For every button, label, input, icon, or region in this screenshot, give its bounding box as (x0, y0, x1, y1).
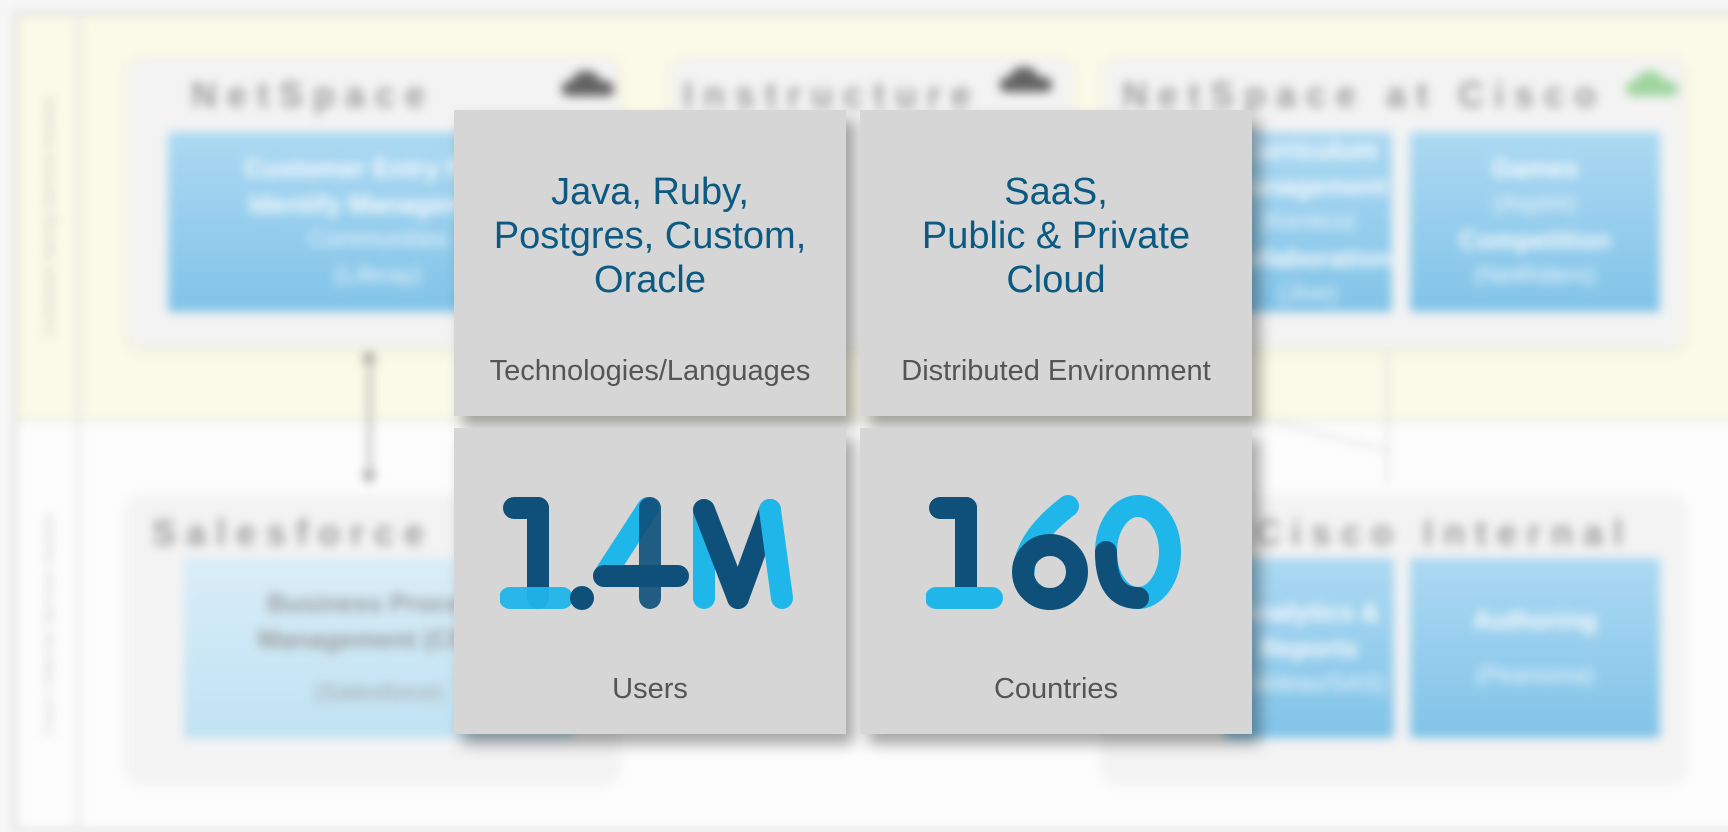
technologies-caption: Technologies/Languages (489, 355, 811, 387)
games-box: Games (Aspire) Competition (NetRiders) (1410, 132, 1660, 312)
countries-number-graphic (926, 495, 1181, 610)
countries-caption: Countries (993, 673, 1119, 705)
tile-environment: SaaS, Public & Private Cloud Distributed… (860, 110, 1252, 416)
cloud-icon (998, 64, 1054, 94)
panel-title: NetSpace (190, 74, 436, 115)
lane-label-text: Customer facing Service Assets (40, 95, 58, 337)
environment-list: SaaS, Public & Private Cloud (921, 171, 1191, 301)
box-sub: (NetRiders) (1473, 262, 1597, 289)
box-line: Games (1491, 153, 1579, 183)
authoring-box: Authoring (Pearsona) (1410, 558, 1660, 738)
arrow-down-icon (361, 472, 377, 484)
box-sub: (Aspire) (1492, 190, 1577, 217)
arrow-up-icon (361, 350, 377, 362)
tile-users: Users (454, 428, 846, 734)
lane-label-text: Cisco Internal Service Assets (40, 512, 57, 736)
panel-title: Salesforce (151, 512, 435, 553)
cloud-icon (560, 68, 616, 98)
box-line: Competition (1459, 225, 1611, 255)
technologies-list: Java, Ruby, Postgres, Custom, Oracle (493, 171, 807, 301)
users-number-graphic (500, 497, 793, 610)
box-line: Authoring (1472, 605, 1598, 635)
users-caption: Users (612, 673, 688, 705)
connector-line (1386, 352, 1389, 486)
lane-label-customer-facing: Customer facing Service Assets (20, 12, 80, 420)
box-sub: (Pearsona) (1475, 662, 1595, 689)
cloud-icon (1624, 68, 1680, 98)
tile-countries: Countries (860, 428, 1252, 734)
netspace-salesforce-connector (368, 354, 371, 478)
tile-technologies: Java, Ruby, Postgres, Custom, Oracle Tec… (454, 110, 846, 416)
panel-title: Cisco Internal (1254, 512, 1634, 553)
countries-number (860, 488, 1252, 628)
environment-caption: Distributed Environment (901, 355, 1211, 387)
lane-label-internal: Cisco Internal Service Assets (20, 420, 80, 828)
users-number (454, 488, 846, 628)
